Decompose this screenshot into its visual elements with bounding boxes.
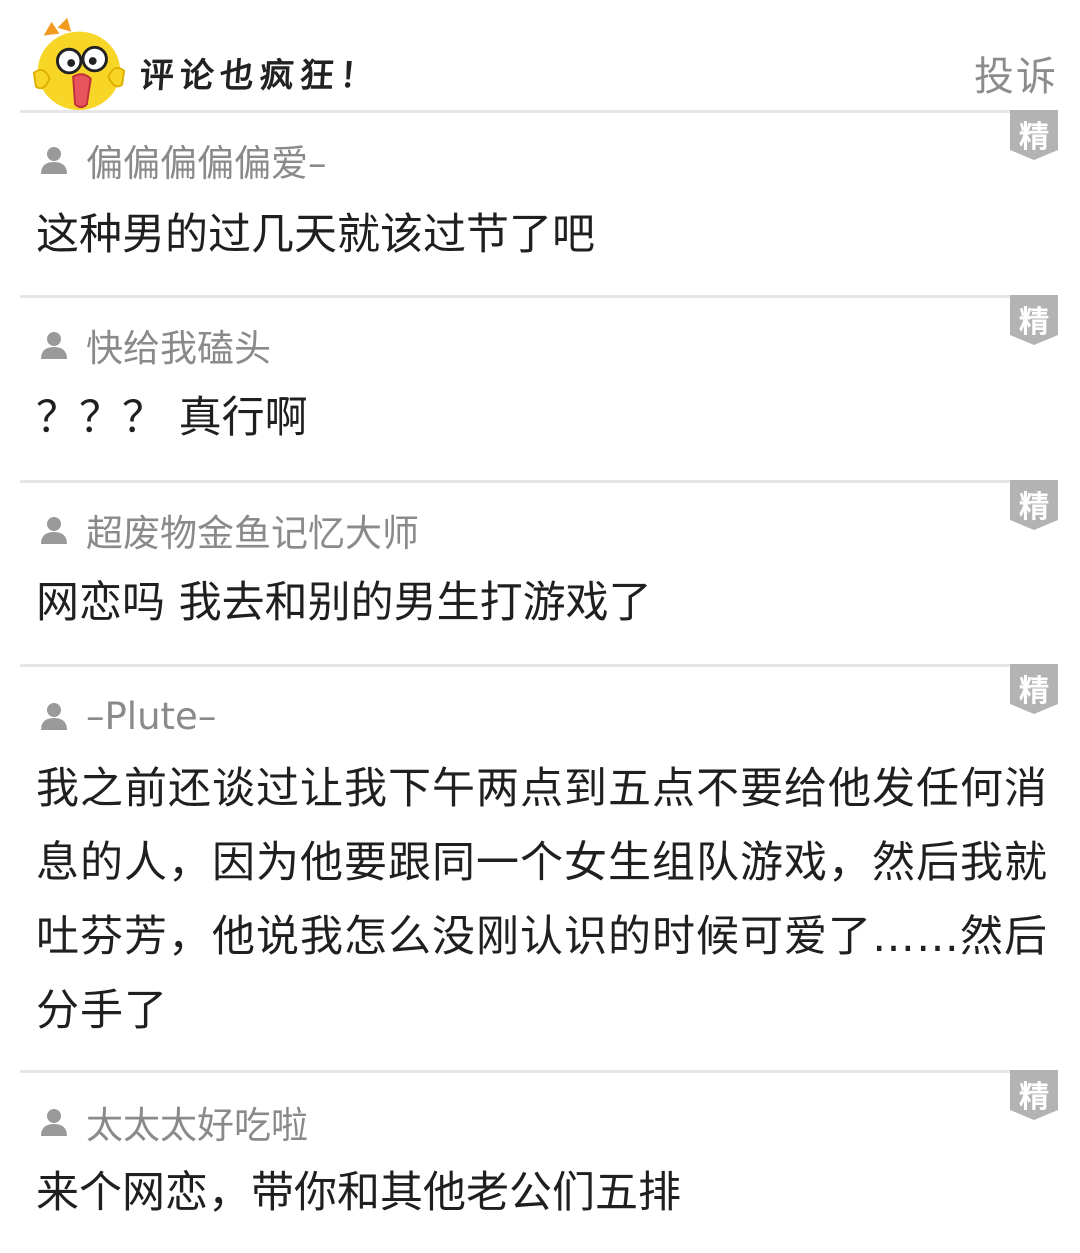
divider [20,664,1058,667]
user-icon [41,703,67,730]
comment-item: 精 偏偏偏偏偏爱– 这种男的过几天就该过节了吧 [20,110,1058,296]
comment-user: 超废物金鱼记忆大师 [38,503,419,557]
header-title: 评论也疯狂！ [138,56,382,96]
user-icon [41,332,67,359]
comment-user: –Plute– [38,692,216,740]
comment-text: 这种男的过几天就该过节了吧 [36,210,595,260]
badge-label: 精 [1019,674,1049,709]
featured-badge[interactable]: 精 [1010,480,1058,530]
divider [20,295,1058,298]
featured-badge[interactable]: 精 [1010,1070,1058,1120]
user-icon [41,147,67,174]
comment-text: ？？？ 真行啊 [36,393,308,443]
featured-badge[interactable]: 精 [1010,664,1058,714]
username[interactable]: –Plute– [86,695,216,738]
comment-item: 精 –Plute– 我之前还谈过让我下午两点到五点不要给他发任何消息的人，因为他… [20,664,1058,1070]
divider [20,480,1058,483]
comment-user: 快给我磕头 [38,318,271,372]
badge-label: 精 [1019,120,1049,155]
username[interactable]: 快给我磕头 [86,318,271,372]
username[interactable]: 偏偏偏偏偏爱– [86,133,327,187]
badge-label: 精 [1019,305,1049,340]
report-button[interactable]: 投诉 [974,44,1058,102]
user-icon [41,517,67,544]
header: 评论也疯狂！ 投诉 [0,0,1080,113]
comment-text: 我之前还谈过让我下午两点到五点不要给他发任何消息的人，因为他要跟同一个女生组队游… [36,764,1048,1036]
username[interactable]: 超废物金鱼记忆大师 [86,503,419,557]
comment-user: 太太太好吃啦 [38,1095,308,1149]
comment-text: 网恋吗 我去和别的男生打游戏了 [36,578,652,628]
yellow-chick-icon [32,17,126,111]
comment-text: 来个网恋，带你和其他老公们五排 [36,1168,681,1218]
comment-user: 偏偏偏偏偏爱– [38,133,327,187]
divider [20,1070,1058,1073]
user-icon [41,1109,67,1136]
featured-badge[interactable]: 精 [1010,110,1058,160]
badge-label: 精 [1019,1080,1049,1115]
comment-item: 精 超废物金鱼记忆大师 网恋吗 我去和别的男生打游戏了 [20,480,1058,666]
featured-badge[interactable]: 精 [1010,295,1058,345]
badge-label: 精 [1019,490,1049,525]
comment-item: 精 快给我磕头 ？？？ 真行啊 [20,295,1058,481]
comment-item: 精 太太太好吃啦 来个网恋，带你和其他老公们五排 [20,1070,1058,1253]
username[interactable]: 太太太好吃啦 [86,1095,308,1149]
